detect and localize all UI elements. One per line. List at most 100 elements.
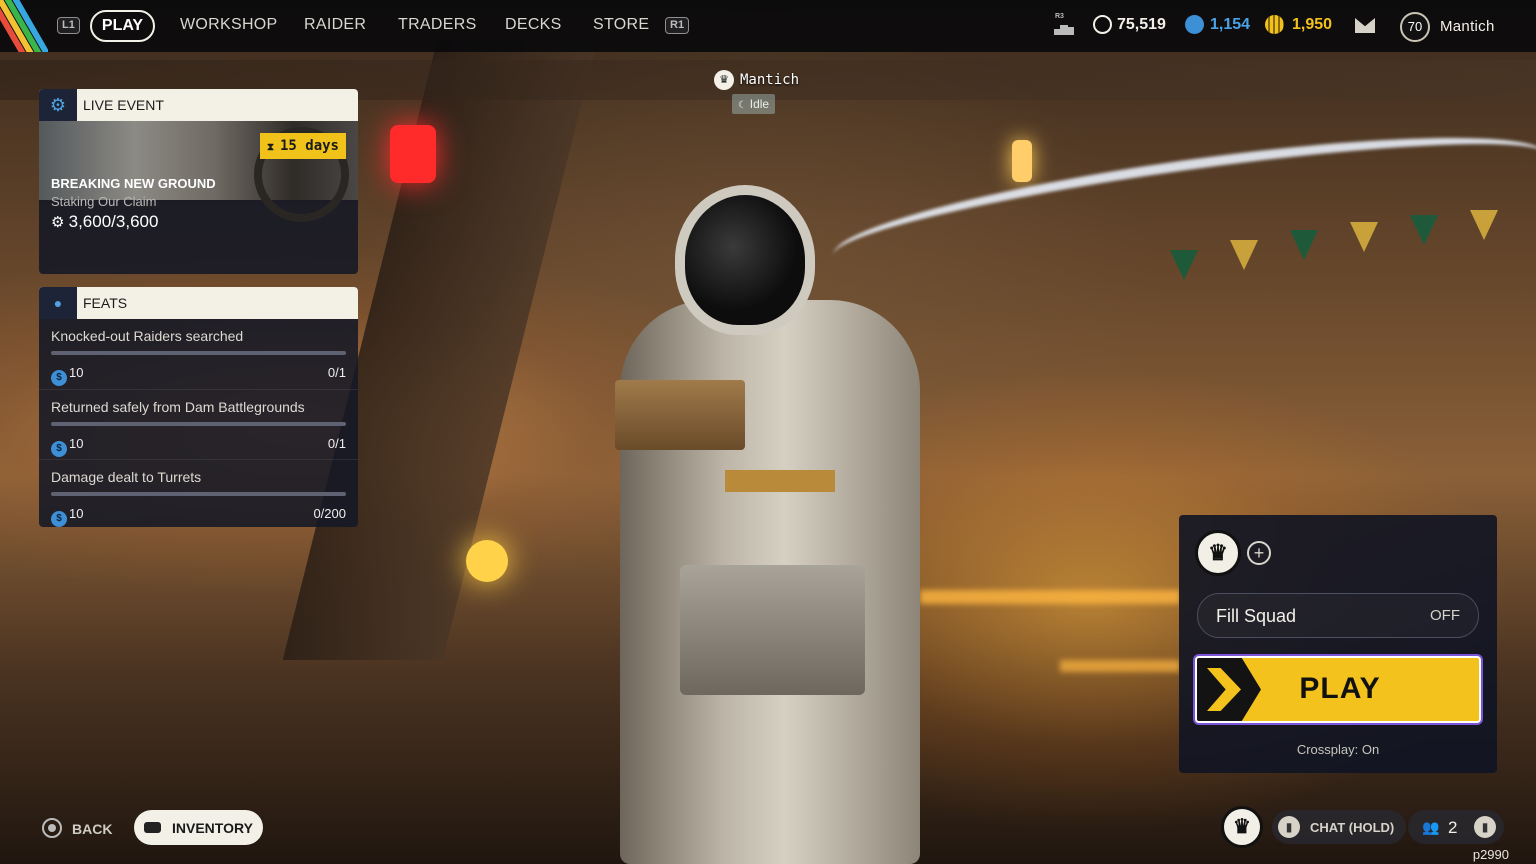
tab-traders[interactable]: TRADERS: [398, 16, 477, 34]
feat-row[interactable]: Knocked-out Raiders searched $10 0/1: [39, 319, 358, 389]
feat-count: 0/1: [327, 365, 346, 380]
top-navigation-bar: L1 PLAY WORKSHOP RAIDER TRADERS DECKS ST…: [0, 0, 1536, 52]
raider-belt-pack: [680, 565, 865, 695]
event-days-badge: ⧗ 15 days: [259, 133, 346, 159]
cog-icon: ⚙: [51, 214, 69, 231]
tab-raider[interactable]: RAIDER: [304, 16, 366, 34]
inventory-button[interactable]: INVENTORY: [134, 810, 263, 845]
feat-reward-value: 10: [69, 506, 84, 521]
bunting-flag: [1170, 250, 1198, 280]
bunting-flag: [1470, 210, 1498, 240]
raider-character-helmet: [675, 185, 815, 335]
add-squad-member-button[interactable]: +: [1247, 541, 1271, 565]
event-title: BREAKING NEW GROUND: [51, 176, 216, 191]
squad-leader-avatar[interactable]: ♛: [1195, 530, 1241, 576]
raider-chest-radio: [615, 380, 745, 450]
gear-icon: ⚙: [39, 89, 77, 121]
bunting-flag: [1230, 240, 1258, 270]
premium-coin-icon: [1265, 15, 1284, 34]
feats-panel[interactable]: ● FEATS Knocked-out Raiders searched $10 0…: [39, 287, 358, 527]
crossplay-status: Crossplay: On: [1296, 742, 1380, 757]
mail-icon[interactable]: [1355, 18, 1375, 33]
feat-reward: $10: [51, 365, 83, 386]
event-days-text: 15 days: [279, 138, 339, 154]
play-button[interactable]: PLAY: [1195, 656, 1481, 723]
raider-token-icon: ●: [39, 287, 77, 319]
hourglass-icon: ⧗: [266, 142, 280, 153]
feats-header: ● FEATS: [39, 287, 358, 319]
coins-value: 75,519: [1117, 16, 1166, 33]
feat-row[interactable]: Returned safely from Dam Battlegrounds $1…: [39, 389, 358, 459]
chat-avatar[interactable]: ♛: [1221, 806, 1263, 848]
raider-token-icon: $: [51, 511, 67, 527]
idle-icon: ☾: [738, 100, 750, 111]
rainbow-stripes-logo: [0, 0, 48, 52]
live-event-header-label: LIVE EVENT: [83, 97, 164, 113]
raider-token-icon: [1185, 15, 1204, 34]
play-button-label: PLAY: [1299, 672, 1381, 705]
feat-progress-bar: [51, 492, 346, 496]
raider-token-icon: $: [51, 370, 67, 386]
feats-header-label: FEATS: [83, 295, 128, 311]
inventory-label: INVENTORY: [172, 820, 253, 836]
tab-store[interactable]: STORE: [593, 16, 649, 34]
player-tag-name: Mantich: [740, 72, 800, 88]
hanging-lamp: [1012, 140, 1032, 182]
bunting-flag: [1290, 230, 1318, 260]
controller-button-icon: ▮: [1474, 816, 1496, 838]
l1-button-hint: L1: [57, 17, 80, 34]
player-name[interactable]: Mantich: [1440, 18, 1495, 35]
raider-strap: [725, 470, 835, 492]
fill-squad-label: Fill Squad: [1216, 606, 1297, 626]
player-status-badge: ☾ Idle: [732, 94, 776, 114]
player-status-text: Idle: [749, 97, 770, 111]
r1-button-hint: R1: [665, 17, 690, 34]
crown-icon: ♛: [714, 70, 734, 90]
red-lamp: [390, 125, 436, 183]
feat-progress-bar: [51, 351, 346, 355]
feat-reward-value: 10: [69, 436, 84, 451]
feat-name: Knocked-out Raiders searched: [51, 328, 244, 344]
player-level-badge[interactable]: 70: [1400, 12, 1430, 42]
bunting-flag: [1410, 215, 1438, 245]
feat-name: Returned safely from Dam Battlegrounds: [51, 399, 305, 415]
bunting-flag: [1350, 222, 1378, 252]
feat-reward-value: 10: [69, 365, 84, 380]
touchpad-icon: [144, 822, 161, 833]
raider-tokens-value: 1,154: [1210, 16, 1251, 33]
feat-progress-bar: [51, 422, 346, 426]
r3-hint-text: R3: [1055, 13, 1064, 20]
circle-button-icon: [42, 818, 62, 838]
fill-squad-toggle[interactable]: Fill Squad OFF: [1197, 593, 1479, 638]
party-button[interactable]: 👥 2 ▮: [1408, 810, 1504, 844]
event-progress-text: 3,600/3,600: [68, 212, 159, 231]
feat-row[interactable]: Damage dealt to Turrets $10 0/200: [39, 459, 358, 527]
feat-reward: $10: [51, 506, 83, 527]
squad-panel: ♛ + Fill Squad OFF PLAY Crossplay: On: [1179, 515, 1497, 773]
bar-counter-glow: [920, 590, 1180, 604]
coin-icon: [1093, 15, 1112, 34]
premium-coins-value: 1,950: [1292, 16, 1333, 33]
back-button[interactable]: BACK: [72, 821, 112, 837]
tab-decks[interactable]: DECKS: [505, 16, 562, 34]
event-subtitle: Staking Our Claim: [51, 194, 157, 209]
party-count: 2: [1448, 818, 1458, 837]
r3-leaderboard-icon[interactable]: R3: [1054, 13, 1074, 39]
chat-label: CHAT (HOLD): [1310, 820, 1395, 835]
tab-workshop[interactable]: WORKSHOP: [180, 16, 278, 34]
feat-reward: $10: [51, 436, 83, 457]
live-event-header: ⚙ LIVE EVENT: [39, 89, 358, 121]
party-icon: 👥: [1422, 819, 1440, 835]
tab-play[interactable]: PLAY: [90, 10, 155, 42]
feat-name: Damage dealt to Turrets: [51, 469, 202, 485]
live-event-panel[interactable]: ⚙ LIVE EVENT ⧗ 15 days BREAKING NEW GROU…: [39, 89, 358, 274]
fill-squad-value: OFF: [1430, 607, 1460, 624]
build-version: p2990: [1472, 847, 1509, 862]
controller-button-icon: ▮: [1278, 816, 1300, 838]
raider-token-icon: $: [51, 441, 67, 457]
feat-count: 0/200: [313, 506, 346, 521]
event-progress: ⚙ 3,600/3,600: [51, 212, 158, 232]
bar-counter-glow: [1060, 660, 1180, 672]
chat-button[interactable]: ▮ CHAT (HOLD): [1272, 810, 1406, 844]
feat-count: 0/1: [327, 436, 346, 451]
